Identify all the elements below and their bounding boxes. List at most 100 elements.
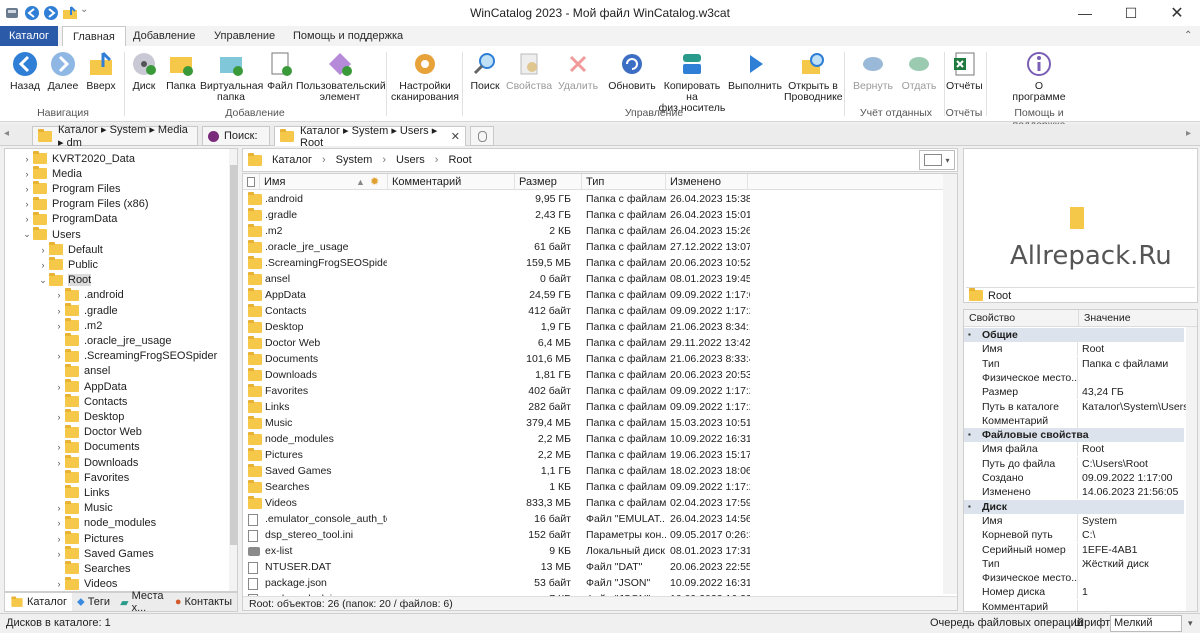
expand-icon[interactable]: › <box>53 412 65 422</box>
expand-icon[interactable]: › <box>53 534 65 544</box>
list-row[interactable]: ex-list 9 КБ Локальный диск 08.01.2023 17:3… <box>243 543 943 559</box>
expand-icon[interactable]: › <box>53 518 65 528</box>
copy-to-media-button[interactable]: Копировать на физ.носитель <box>658 50 726 114</box>
collapse-section-icon[interactable]: ▪ <box>968 500 971 514</box>
delete-button[interactable]: Удалить <box>556 50 600 92</box>
expand-icon[interactable]: › <box>53 382 65 392</box>
column-modified-header[interactable]: Изменено <box>666 174 748 190</box>
tree-item[interactable]: › Saved Games <box>53 546 154 561</box>
return-button[interactable]: Вернуть <box>850 50 896 92</box>
tab-catalog[interactable]: Каталог <box>0 26 58 46</box>
list-row[interactable]: .m2 2 КБ Папка с файлами 26.04.2023 15:26..… <box>243 223 943 239</box>
add-folder-button[interactable]: Папка <box>164 50 198 92</box>
breadcrumb-item[interactable]: Root <box>448 154 471 166</box>
list-row[interactable]: .android 9,95 ГБ Папка с файлами 26.04.2023… <box>243 191 943 207</box>
list-row[interactable]: Downloads 1,81 ГБ Папка с файлами 20.06.202… <box>243 367 943 383</box>
column-icon-header[interactable] <box>243 174 260 190</box>
tree-item[interactable]: › Music <box>53 500 113 516</box>
expand-icon[interactable]: › <box>21 214 33 224</box>
tree-item[interactable]: › Program Files (x86) <box>21 196 149 212</box>
list-row[interactable]: AppData 24,59 ГБ Папка с файлами 09.09.2022… <box>243 287 943 303</box>
tree-item[interactable]: › Videos <box>53 576 117 591</box>
tree-item[interactable]: Links <box>53 485 110 500</box>
tab-add[interactable]: Добавление <box>123 26 205 46</box>
expand-icon[interactable]: › <box>53 579 65 589</box>
tree-item[interactable]: › ProgramData <box>21 211 117 227</box>
expand-icon[interactable]: › <box>21 184 33 194</box>
tree-item[interactable]: › node_modules <box>53 515 156 531</box>
tree-item[interactable]: › Public <box>37 257 98 272</box>
add-virtual-folder-button[interactable]: Виртуальная папка <box>200 50 263 103</box>
tree-item[interactable]: ansel <box>53 363 110 379</box>
breadcrumb-item[interactable]: System <box>336 154 373 166</box>
add-custom-item-button[interactable]: Пользовательский элемент <box>296 50 386 103</box>
doc-tab-media[interactable]: Каталог ▸ System ▸ Media ▸ dm <box>32 124 198 149</box>
breadcrumb-item[interactable]: Каталог <box>272 154 312 166</box>
property-section[interactable]: ▪ Диск <box>964 499 1184 514</box>
collapse-section-icon[interactable]: ▪ <box>968 328 971 342</box>
expand-icon[interactable]: › <box>53 306 65 316</box>
up-button[interactable]: Вверх <box>84 50 118 92</box>
list-row[interactable]: Videos 833,3 МБ Папка с файлами 02.04.2023 … <box>243 495 943 511</box>
list-row[interactable]: node_modules 2,2 МБ Папка с файлами 10.09.2… <box>243 431 943 447</box>
expand-icon[interactable]: › <box>21 169 33 179</box>
list-row[interactable]: dsp_stereo_tool.ini 152 байт Параметры кон… <box>243 527 943 543</box>
file-queue-label[interactable]: Очередь файловых операций <box>930 617 1083 629</box>
list-row[interactable]: Favorites 402 байт Папка с файлами 09.09.20… <box>243 383 943 399</box>
list-row[interactable]: NTUSER.DAT 13 МБ Файл "DAT" 20.06.2023 22:5… <box>243 559 943 575</box>
tree-item[interactable]: Favorites <box>53 470 129 485</box>
list-row[interactable]: .oracle_jre_usage 61 байт Папка с файлами 2… <box>243 239 943 255</box>
collapse-section-icon[interactable]: ▪ <box>968 428 971 442</box>
tree-item[interactable]: .oracle_jre_usage <box>53 333 171 348</box>
font-size-dropdown-icon[interactable]: ▾ <box>1188 618 1193 629</box>
list-row[interactable]: Pictures 2,2 МБ Папка с файлами 19.06.2023 … <box>243 447 943 463</box>
font-size-select[interactable]: Мелкий <box>1110 615 1182 632</box>
ribbon-collapse-icon[interactable]: ⌃ <box>1184 30 1192 41</box>
tree-item[interactable]: › Downloads <box>53 455 138 470</box>
tree-item[interactable]: › Media <box>21 166 82 181</box>
list-row[interactable]: Doctor Web 6,4 МБ Папка с файлами 29.11.202… <box>243 335 943 351</box>
panel-tab-locations[interactable]: ▰ Места х... <box>115 590 170 614</box>
about-button[interactable]: О программе <box>1000 50 1078 103</box>
view-mode-button[interactable]: ▾ <box>919 150 955 170</box>
list-row[interactable]: .ScreamingFrogSEOSpider 159,5 МБ Папка с ф… <box>243 255 943 271</box>
tree-item[interactable]: › .ScreamingFrogSEOSpider <box>53 348 217 364</box>
panel-tab-contacts[interactable]: ● Контакты <box>170 593 237 611</box>
column-size-header[interactable]: Размер <box>515 174 582 190</box>
tabs-scroll-left-icon[interactable]: ◂ <box>4 128 9 139</box>
list-row[interactable]: Saved Games 1,1 ГБ Папка с файлами 18.02.20… <box>243 463 943 479</box>
expand-icon[interactable]: › <box>53 351 65 361</box>
scan-settings-button[interactable]: Настройки сканирования <box>390 50 460 103</box>
tree-item[interactable]: › .android <box>53 287 124 303</box>
give-button[interactable]: Отдать <box>898 50 940 92</box>
expand-icon[interactable]: › <box>37 245 49 255</box>
expand-icon[interactable]: › <box>53 321 65 331</box>
tree-item[interactable]: › .gradle <box>53 303 118 318</box>
tree-item[interactable]: ⌄ Users <box>21 227 81 242</box>
new-tab-button[interactable] <box>470 126 494 146</box>
expand-icon[interactable]: › <box>53 549 65 559</box>
column-comment-header[interactable]: Комментарий <box>388 174 515 190</box>
list-row[interactable]: Searches 1 КБ Папка с файлами 09.09.2022 1:… <box>243 479 943 495</box>
tree-item[interactable]: › KVRT2020_Data <box>21 151 135 166</box>
list-row[interactable]: Contacts 412 байт Папка с файлами 09.09.202… <box>243 303 943 319</box>
minimize-button[interactable]: — <box>1062 0 1108 26</box>
doc-tab-search[interactable]: Поиск: <box>202 126 270 146</box>
tree-item[interactable]: › AppData <box>53 379 127 394</box>
list-row[interactable]: .gradle 2,43 ГБ Папка с файлами 26.04.2023 … <box>243 207 943 223</box>
breadcrumb-item[interactable]: Users <box>396 154 425 166</box>
expand-icon[interactable]: › <box>53 442 65 452</box>
add-disk-button[interactable]: Диск <box>128 50 160 92</box>
tree-item[interactable]: › Documents <box>53 439 140 455</box>
tree-item[interactable]: Searches <box>53 561 130 576</box>
maximize-button[interactable]: ☐ <box>1108 0 1154 26</box>
tabs-scroll-right-icon[interactable]: ▸ <box>1186 128 1191 139</box>
properties-button[interactable]: Свойства <box>506 50 552 92</box>
collapse-icon[interactable]: ⌄ <box>21 229 33 240</box>
tab-help[interactable]: Помощь и поддержка <box>283 26 413 46</box>
doc-tab-root[interactable]: Каталог ▸ System ▸ Users ▸ Root ✕ <box>274 125 466 149</box>
tab-home[interactable]: Главная <box>62 26 126 47</box>
close-button[interactable]: ✕ <box>1154 0 1200 26</box>
expand-icon[interactable]: › <box>53 290 65 300</box>
tab-manage[interactable]: Управление <box>204 26 285 46</box>
